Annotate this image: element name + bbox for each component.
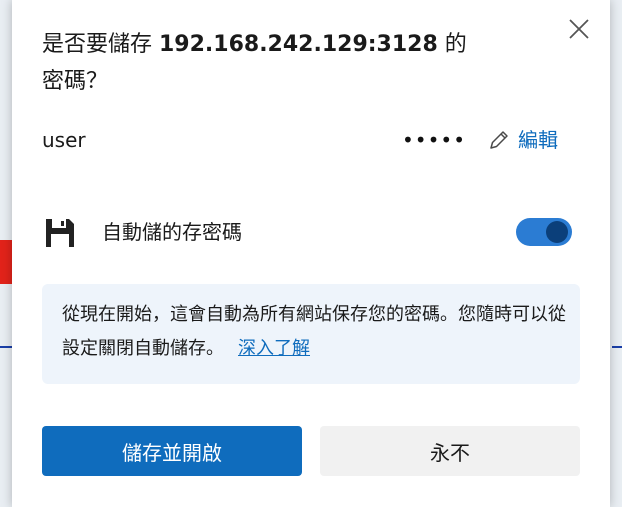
info-box: 從現在開始，這會自動為所有網站保存您的密碼。您隨時可以從設定關閉自動儲存。 深入了… bbox=[42, 284, 580, 384]
autosave-toggle[interactable] bbox=[516, 218, 572, 246]
autosave-row: 自動儲的存密碼 bbox=[42, 210, 582, 254]
credential-row: user ••••• 編輯 bbox=[42, 125, 582, 155]
username-text: user bbox=[42, 128, 86, 152]
autosave-label: 自動儲的存密碼 bbox=[102, 220, 242, 244]
floppy-disk-icon bbox=[46, 219, 74, 247]
title-prefix: 是否要儲存 bbox=[42, 32, 159, 57]
dialog-title: 是否要儲存 192.168.242.129:3128 的密碼？ bbox=[42, 26, 482, 100]
save-and-enable-button[interactable]: 儲存並開啟 bbox=[42, 426, 302, 476]
background-page-line bbox=[612, 346, 622, 348]
title-host: 192.168.242.129:3128 bbox=[159, 32, 438, 57]
save-password-dialog: 是否要儲存 192.168.242.129:3128 的密碼？ user •••… bbox=[12, 0, 610, 507]
edit-button[interactable]: 編輯 bbox=[488, 125, 558, 155]
info-message: 從現在開始，這會自動為所有網站保存您的密碼。您隨時可以從設定關閉自動儲存。 bbox=[62, 304, 566, 359]
password-mask: ••••• bbox=[402, 128, 466, 152]
background-page-red-block bbox=[0, 240, 12, 284]
close-icon bbox=[569, 19, 589, 39]
learn-more-link[interactable]: 深入了解 bbox=[238, 338, 310, 359]
pencil-icon bbox=[490, 131, 508, 149]
edit-label: 編輯 bbox=[518, 128, 558, 152]
info-text: 從現在開始，這會自動為所有網站保存您的密碼。您隨時可以從設定關閉自動儲存。 深入了… bbox=[62, 298, 572, 366]
close-button[interactable] bbox=[564, 14, 594, 44]
background-page-line bbox=[0, 346, 12, 348]
toggle-knob bbox=[546, 221, 568, 243]
never-button[interactable]: 永不 bbox=[320, 426, 580, 476]
